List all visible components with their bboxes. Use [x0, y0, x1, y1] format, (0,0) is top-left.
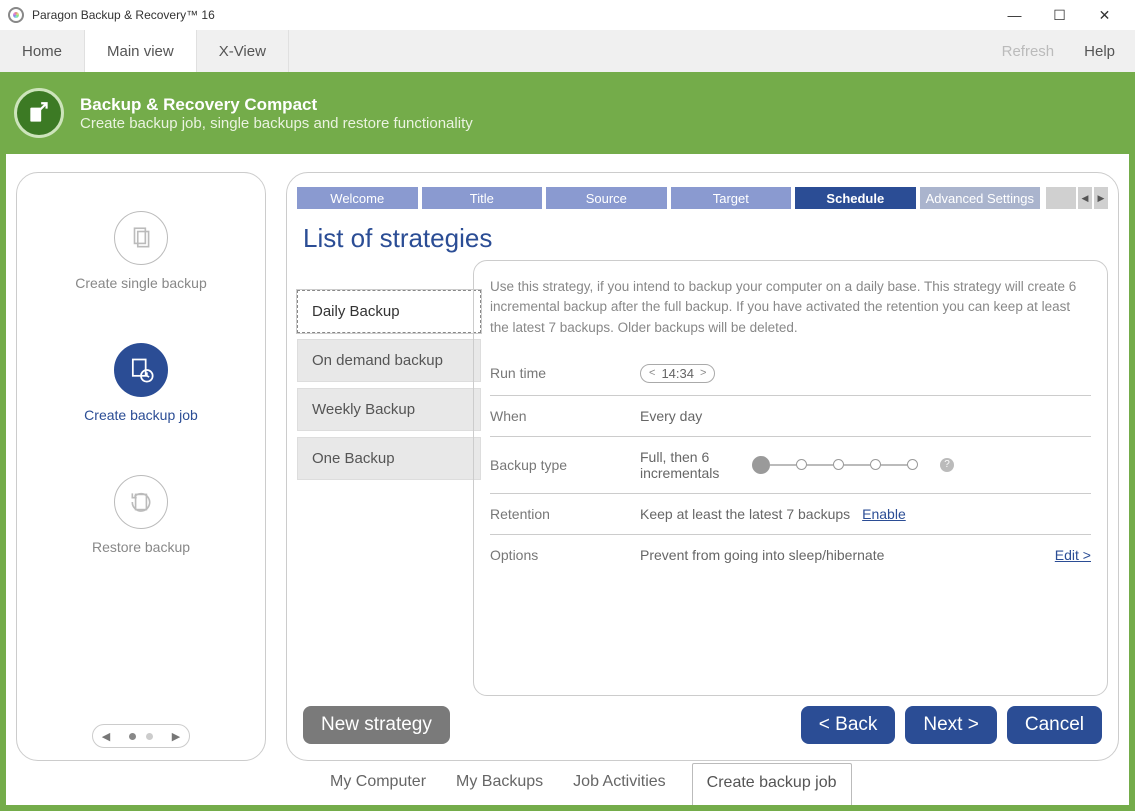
bottom-tab-my-computer[interactable]: My Computer	[326, 763, 430, 805]
titlebar: Paragon Backup & Recovery™ 16 — ☐ ✕	[0, 0, 1135, 30]
options-edit-link[interactable]: Edit >	[1055, 547, 1091, 563]
help-icon[interactable]: ?	[940, 458, 954, 472]
retention-enable-link[interactable]: Enable	[862, 506, 906, 522]
strategy-list: Daily Backup On demand backup Weekly Bac…	[297, 260, 481, 696]
wizard-steps: Welcome Title Source Target Schedule Adv…	[297, 187, 1108, 209]
banner: Backup & Recovery Compact Create backup …	[0, 72, 1135, 154]
step-welcome[interactable]: Welcome	[297, 187, 418, 209]
options-label: Options	[490, 547, 640, 563]
backup-type-label: Backup type	[490, 457, 640, 473]
row-when: When Every day	[490, 396, 1091, 437]
strategy-description: Use this strategy, if you intend to back…	[490, 277, 1091, 338]
wizard-footer: New strategy < Back Next > Cancel	[297, 696, 1108, 746]
pager-dot[interactable]	[146, 733, 153, 740]
strategy-on-demand-backup[interactable]: On demand backup	[297, 339, 481, 382]
banner-title: Backup & Recovery Compact	[80, 95, 473, 115]
pager-dot[interactable]	[129, 733, 136, 740]
backup-recovery-icon	[14, 88, 64, 138]
run-time-label: Run time	[490, 365, 640, 381]
options-value: Prevent from going into sleep/hibernate	[640, 547, 884, 563]
page-heading: List of strategies	[303, 223, 1108, 254]
main-panel: Welcome Title Source Target Schedule Adv…	[286, 172, 1119, 761]
step-scroll-track[interactable]	[1046, 187, 1076, 209]
step-target[interactable]: Target	[671, 187, 792, 209]
sidebar: Create single backup Create backup job R…	[16, 172, 266, 761]
strategy-daily-backup[interactable]: Daily Backup	[297, 290, 481, 333]
run-time-value: 14:34	[661, 366, 694, 381]
step-source[interactable]: Source	[546, 187, 667, 209]
tab-main-view[interactable]: Main view	[85, 30, 197, 72]
bottom-tabs: My Computer My Backups Job Activities Cr…	[16, 761, 1119, 805]
minimize-button[interactable]: —	[992, 0, 1037, 30]
time-decrease-icon[interactable]: <	[649, 367, 655, 379]
run-time-input[interactable]: < 14:34 >	[640, 364, 715, 383]
sidebar-item-create-backup-job[interactable]: Create backup job	[84, 343, 198, 423]
tab-x-view[interactable]: X-View	[197, 30, 289, 72]
refresh-button[interactable]: Refresh	[1002, 43, 1055, 60]
document-clock-icon	[114, 343, 168, 397]
restore-icon	[114, 475, 168, 529]
sidebar-item-create-single-backup[interactable]: Create single backup	[75, 211, 207, 291]
pager-prev-button[interactable]: ◀	[93, 730, 119, 743]
step-advanced-settings[interactable]: Advanced Settings	[920, 187, 1040, 209]
strategy-weekly-backup[interactable]: Weekly Backup	[297, 388, 481, 431]
retention-label: Retention	[490, 506, 640, 522]
app-icon	[8, 7, 24, 23]
sidebar-pager: ◀ ▶	[92, 724, 190, 748]
when-label: When	[490, 408, 640, 424]
window-title: Paragon Backup & Recovery™ 16	[32, 8, 215, 22]
step-schedule[interactable]: Schedule	[795, 187, 916, 209]
strategy-one-backup[interactable]: One Backup	[297, 437, 481, 480]
sidebar-item-restore-backup[interactable]: Restore backup	[92, 475, 190, 555]
backup-type-slider[interactable]	[752, 456, 918, 474]
top-tabs: Home Main view X-View Refresh Help	[0, 30, 1135, 72]
step-title[interactable]: Title	[422, 187, 543, 209]
pager-next-button[interactable]: ▶	[163, 730, 189, 743]
tab-home[interactable]: Home	[0, 30, 85, 72]
row-retention: Retention Keep at least the latest 7 bac…	[490, 494, 1091, 535]
row-run-time: Run time < 14:34 >	[490, 352, 1091, 396]
strategy-detail: Use this strategy, if you intend to back…	[473, 260, 1108, 696]
sidebar-item-label: Restore backup	[92, 539, 190, 555]
step-scroll-right-button[interactable]: ▶	[1094, 187, 1108, 209]
backup-type-value: Full, then 6 incrementals	[640, 449, 740, 481]
when-value: Every day	[640, 408, 702, 424]
close-button[interactable]: ✕	[1082, 0, 1127, 30]
step-scroll-left-button[interactable]: ◀	[1078, 187, 1092, 209]
row-backup-type: Backup type Full, then 6 incrementals	[490, 437, 1091, 494]
next-button[interactable]: Next >	[905, 706, 996, 744]
bottom-tab-create-backup-job[interactable]: Create backup job	[692, 763, 852, 805]
time-increase-icon[interactable]: >	[700, 367, 706, 379]
bottom-tab-my-backups[interactable]: My Backups	[452, 763, 547, 805]
back-button[interactable]: < Back	[801, 706, 896, 744]
row-options: Options Prevent from going into sleep/hi…	[490, 535, 1091, 575]
bottom-tab-job-activities[interactable]: Job Activities	[569, 763, 669, 805]
new-strategy-button[interactable]: New strategy	[303, 706, 450, 744]
help-button[interactable]: Help	[1084, 43, 1115, 60]
document-icon	[114, 211, 168, 265]
cancel-button[interactable]: Cancel	[1007, 706, 1102, 744]
sidebar-item-label: Create backup job	[84, 407, 198, 423]
retention-value: Keep at least the latest 7 backups	[640, 506, 850, 522]
maximize-button[interactable]: ☐	[1037, 0, 1082, 30]
sidebar-item-label: Create single backup	[75, 275, 207, 291]
banner-subtitle: Create backup job, single backups and re…	[80, 115, 473, 132]
